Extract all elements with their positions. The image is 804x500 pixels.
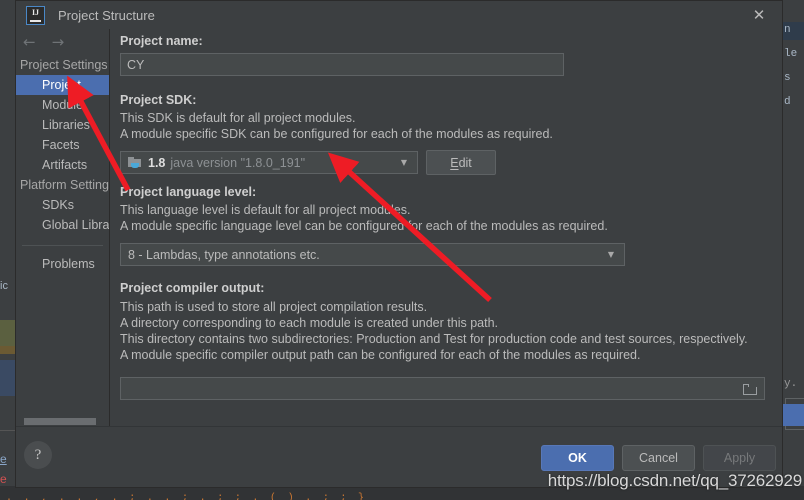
background-left-tab-b[interactable]: e (0, 472, 7, 486)
dialog-titlebar: IJ Project Structure ✕ (16, 1, 782, 29)
background-bottom-code: . . , . . , . ; . . ; . ; ; . ( ) . ; ; … (6, 493, 367, 500)
sidebar-item-problems[interactable]: Problems (16, 254, 109, 274)
project-name-label: Project name: (120, 34, 203, 48)
apply-button: Apply (703, 445, 776, 471)
sidebar-group-platform-settings: Platform Setting (20, 178, 109, 192)
settings-content-pane: Project name: CY Project SDK: This SDK i… (110, 29, 782, 427)
project-sdk-desc-line-1: This SDK is default for all project modu… (120, 111, 356, 125)
edit-sdk-button[interactable]: Edit (426, 150, 496, 175)
intellij-idea-icon-text: IJ (31, 7, 40, 17)
language-level-selected-value: 8 - Lambdas, type annotations etc. (128, 247, 320, 262)
project-sdk-label: Project SDK: (120, 93, 197, 107)
compiler-output-desc-line-4: A module specific compiler output path c… (120, 348, 641, 362)
cancel-button[interactable]: Cancel (622, 445, 695, 471)
dialog-body: ← → Project Settings Project Module Libr… (16, 29, 782, 427)
sidebar-group-project-settings: Project Settings (20, 58, 108, 72)
sidebar-item-libraries[interactable]: Libraries (16, 115, 109, 135)
background-right-tail: y. (784, 378, 798, 390)
edit-button-rest: dit (458, 155, 472, 170)
sidebar-divider (22, 245, 103, 246)
background-right-line-1: n (784, 24, 791, 36)
background-right-line-4: d (784, 96, 791, 108)
edit-button-mnemonic: E (450, 155, 459, 170)
project-sdk-detail: java version "1.8.0_191" (170, 155, 306, 170)
sidebar-nav-row: ← → (16, 29, 109, 55)
forward-arrow-icon[interactable]: → (52, 34, 65, 50)
close-icon[interactable]: ✕ (742, 3, 776, 27)
background-left-tab-a[interactable]: e (0, 452, 7, 466)
help-icon[interactable]: ? (24, 441, 52, 469)
sidebar-item-facets[interactable]: Facets (16, 135, 109, 155)
chevron-down-icon-language-level[interactable]: ▼ (608, 250, 620, 259)
sidebar-scrollbar-thumb[interactable] (24, 418, 96, 425)
compiler-output-desc-line-2: A directory corresponding to each module… (120, 316, 498, 330)
sidebar-item-global-libraries[interactable]: Global Libra (16, 215, 109, 235)
sidebar-item-project[interactable]: Project (16, 75, 109, 95)
background-right-line-2: le (784, 48, 798, 60)
project-structure-dialog: IJ Project Structure ✕ ← → Project Setti… (15, 0, 783, 488)
compiler-output-path-input[interactable] (120, 377, 765, 400)
sidebar-item-artifacts[interactable]: Artifacts (16, 155, 109, 175)
settings-sidebar: ← → Project Settings Project Module Libr… (16, 29, 110, 427)
java-sdk-folder-icon (128, 157, 142, 168)
language-level-dropdown[interactable]: 8 - Lambdas, type annotations etc. ▼ (120, 243, 625, 266)
project-name-input[interactable]: CY (120, 53, 564, 76)
language-level-desc-line-2: A module specific language level can be … (120, 219, 608, 233)
compiler-output-label: Project compiler output: (120, 281, 265, 295)
sidebar-item-sdks[interactable]: SDKs (16, 195, 109, 215)
project-sdk-desc-line-2: A module specific SDK can be configured … (120, 127, 553, 141)
chevron-down-icon[interactable]: ▼ (401, 158, 413, 167)
back-arrow-icon[interactable]: ← (23, 34, 36, 50)
folder-browse-icon[interactable] (743, 383, 758, 395)
screen-root: ic e e n le s d y. . . , . . , . ; . . ;… (0, 0, 804, 500)
compiler-output-desc-line-1: This path is used to store all project c… (120, 300, 428, 314)
project-sdk-dropdown[interactable]: 1.8 java version "1.8.0_191" ▼ (120, 151, 418, 174)
dialog-title: Project Structure (58, 7, 155, 23)
intellij-idea-icon: IJ (26, 5, 45, 25)
sidebar-item-modules[interactable]: Module (16, 95, 109, 115)
intellij-idea-icon-bar (30, 19, 41, 22)
background-right-line-3: s (784, 72, 791, 84)
project-sdk-version: 1.8 (148, 155, 166, 170)
language-level-label: Project language level: (120, 185, 257, 199)
compiler-output-desc-line-3: This directory contains two subdirectori… (120, 332, 748, 346)
watermark-url: https://blog.csdn.net/qq_37262929 (547, 471, 802, 490)
dialog-action-buttons: OK Cancel Apply (541, 445, 776, 471)
ok-button[interactable]: OK (541, 445, 614, 471)
language-level-desc-line-1: This language level is default for all p… (120, 203, 411, 217)
background-right-button (782, 404, 804, 426)
